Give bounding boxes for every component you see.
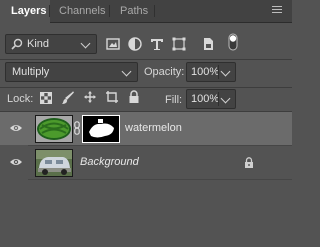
chevron-down-icon <box>220 66 231 77</box>
tab-channels[interactable]: Channels <box>50 0 110 22</box>
watermelon-layer-thumbnail[interactable] <box>35 115 73 143</box>
search-icon <box>11 38 23 50</box>
chevron-down-icon <box>80 38 91 49</box>
layer-lock-icon <box>245 157 253 168</box>
opacity-value: 100% <box>191 66 220 78</box>
filter-kind-label: Kind <box>27 38 50 50</box>
layer-row-watermelon[interactable]: watermelon <box>0 112 292 145</box>
background-layer-thumbnail[interactable] <box>35 149 73 177</box>
lock-position-icon[interactable] <box>83 90 97 104</box>
tab-layers[interactable]: Layers <box>0 0 50 23</box>
tab-paths[interactable]: Paths <box>110 0 155 22</box>
panel-tabbar: Layers Channels Paths <box>0 0 292 23</box>
chevron-down-icon <box>121 66 132 77</box>
tab-layers-label: Layers <box>11 5 47 17</box>
layer-name-background: Background <box>80 156 139 168</box>
tab-channels-label: Channels <box>59 5 106 17</box>
blend-mode-select[interactable]: Multiply <box>5 62 138 82</box>
adjustment-filter-icon[interactable] <box>126 35 144 53</box>
fill-label: Fill: <box>165 94 183 106</box>
filter-toggle-icon[interactable] <box>224 33 242 51</box>
type-filter-icon[interactable] <box>148 35 166 53</box>
pixel-filter-icon[interactable] <box>104 35 122 53</box>
opacity-label: Opacity: <box>144 66 185 78</box>
chevron-down-icon <box>220 93 231 104</box>
tab-paths-label: Paths <box>120 5 149 17</box>
shape-filter-icon[interactable] <box>170 35 188 53</box>
lock-transparent-icon[interactable] <box>40 92 52 104</box>
lock-artboard-icon[interactable] <box>105 90 119 104</box>
layer-name-watermelon: watermelon <box>125 122 182 134</box>
visibility-eye-icon[interactable] <box>9 123 23 133</box>
layer-mask-thumbnail[interactable] <box>82 115 120 143</box>
mask-link-icon[interactable] <box>74 121 80 135</box>
lock-all-icon[interactable] <box>128 90 140 104</box>
layer-row-background[interactable]: Background <box>0 146 292 179</box>
lock-image-icon[interactable] <box>61 91 75 105</box>
lock-label: Lock: <box>7 93 34 105</box>
panel-menu-icon[interactable] <box>272 6 282 14</box>
fill-value: 100% <box>191 93 220 105</box>
visibility-eye-icon[interactable] <box>9 157 23 167</box>
fill-field[interactable]: 100% <box>186 89 236 109</box>
filter-kind-select[interactable]: Kind <box>5 34 97 54</box>
opacity-field[interactable]: 100% <box>186 62 236 82</box>
smart-object-filter-icon[interactable] <box>199 35 217 53</box>
blend-mode-value: Multiply <box>12 66 50 78</box>
